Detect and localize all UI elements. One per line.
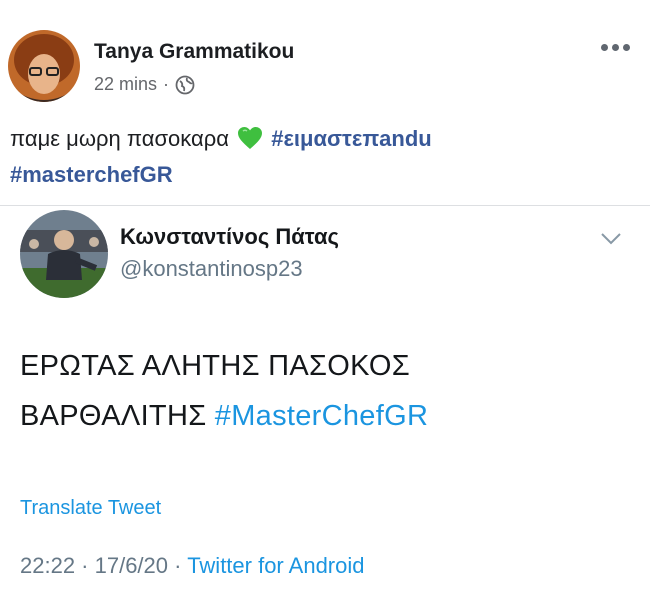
- tweet-source-link[interactable]: Twitter for Android: [187, 553, 364, 578]
- tweet-text: ΕΡΩΤΑΣ ΑΛΗΤΗΣ ΠΑΣΟΚΟΣ ΒΑΡΘΑΛΙΤΗΣ #Master…: [20, 341, 630, 441]
- author-avatar-image: [8, 30, 80, 102]
- tweet-author-avatar[interactable]: [20, 210, 108, 298]
- post-text-lead: παμε μωρη πασοκαρα: [10, 126, 229, 151]
- tweet-display-name[interactable]: Κωνσταντίνος Πάτας: [120, 224, 339, 250]
- tweet-hashtag-link[interactable]: #MasterChefGR: [215, 400, 428, 432]
- tweet-avatar-image: [20, 210, 108, 298]
- more-options-icon[interactable]: [601, 44, 630, 51]
- green-heart-icon: [237, 126, 263, 159]
- tweet-meta: 22:22 · 17/6/20 · Twitter for Android: [20, 553, 365, 579]
- post-meta: 22 mins ·: [94, 74, 195, 95]
- tweet-text-line-1: ΕΡΩΤΑΣ ΑΛΗΤΗΣ ΠΑΣΟΚΟΣ: [20, 350, 410, 382]
- hashtag-link[interactable]: #masterchefGR: [10, 162, 173, 187]
- tweet-meta-separator: ·: [174, 553, 182, 578]
- chevron-down-icon[interactable]: [600, 232, 622, 251]
- divider: [0, 205, 650, 206]
- tweet-text-line-2: ΒΑΡΘΑΛΙΤΗΣ: [20, 400, 207, 432]
- hashtag-link[interactable]: #ειμαστεπandu: [271, 126, 431, 151]
- author-avatar[interactable]: [8, 30, 80, 102]
- globe-icon: [175, 75, 195, 95]
- meta-separator: ·: [163, 74, 170, 94]
- tweet-timestamp[interactable]: 22:22 · 17/6/20: [20, 553, 168, 578]
- tweet-handle[interactable]: @konstantinosp23: [120, 256, 303, 282]
- post-text: παμε μωρη πασοκαρα #ειμαστεπandu #master…: [10, 123, 630, 191]
- post-time[interactable]: 22 mins: [94, 74, 157, 95]
- translate-tweet-link[interactable]: Translate Tweet: [20, 497, 161, 520]
- author-name[interactable]: Tanya Grammatikou: [94, 40, 294, 64]
